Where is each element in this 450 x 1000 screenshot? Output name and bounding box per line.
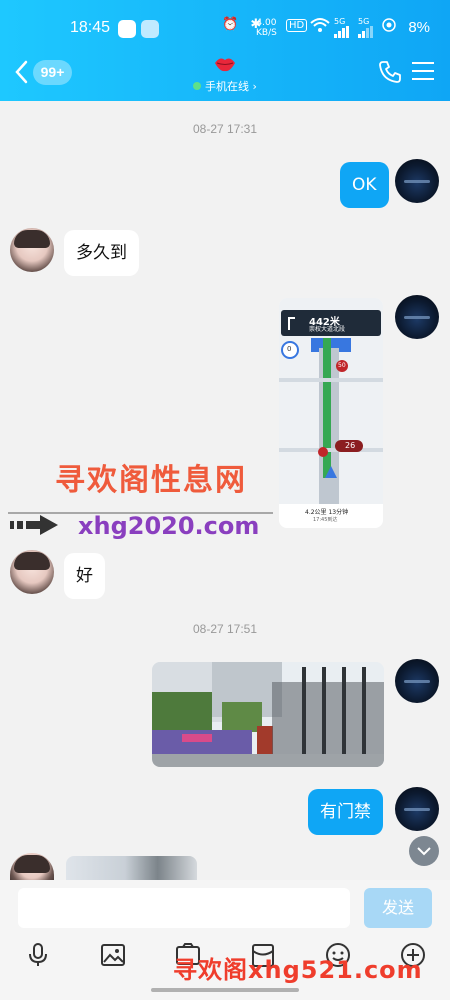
online-status-text: 手机在线 › (205, 80, 257, 93)
battery-level: 8% (408, 19, 430, 36)
nav-speed-limit: 50 (338, 362, 346, 369)
home-indicator[interactable] (151, 988, 299, 992)
peer-avatar[interactable] (10, 550, 54, 594)
message-bubble[interactable]: 有门禁 (308, 789, 383, 835)
chevron-down-icon (417, 847, 431, 856)
app-notification-icon (118, 20, 136, 38)
app-notification-icon-2 (141, 20, 159, 38)
hd-badge: HD (286, 19, 308, 32)
wifi-icon (310, 17, 330, 37)
watermark-title: 寻欢阁性息网 (55, 463, 247, 498)
peer-avatar[interactable] (10, 228, 54, 272)
ad-overlay-text: 寻欢阁xhg521.com (173, 956, 423, 984)
status-bar: 18:45 ⏰ ✱ 4.00 KB/S HD 5G 5G 8% (0, 14, 450, 44)
online-dot-icon (193, 82, 202, 90)
self-avatar[interactable] (395, 787, 439, 831)
nav-speed: 0 (287, 345, 292, 353)
nav-eta: 4.2公里 13分钟 (305, 509, 349, 516)
gallery-icon[interactable] (100, 942, 126, 968)
signal-2-icon (358, 24, 374, 42)
timestamp: 08-27 17:31 (192, 122, 258, 136)
battery-saver-icon (382, 18, 396, 36)
navigation-screenshot-image[interactable]: 442米 崇权大道北段 0 50 26 4.2公里 13分钟 17:45到达 (279, 298, 383, 528)
nav-road: 崇权大道北段 (309, 326, 346, 333)
gate-photo-image[interactable] (152, 662, 384, 767)
lips-icon (214, 56, 236, 72)
microphone-icon[interactable] (25, 942, 51, 968)
chat-header: 18:45 ⏰ ✱ 4.00 KB/S HD 5G 5G 8% 99+ 手机在线 … (0, 0, 450, 101)
network-speed: 4.00 KB/S (256, 18, 277, 38)
send-button[interactable]: 发送 (364, 888, 432, 928)
self-avatar[interactable] (395, 159, 439, 203)
status-time: 18:45 (70, 19, 111, 36)
arrow-right-icon (10, 514, 60, 536)
scroll-to-bottom-button[interactable] (409, 836, 439, 866)
message-bubble[interactable]: OK (340, 162, 389, 208)
nav-arrive: 17:45到达 (313, 517, 338, 523)
self-avatar[interactable] (395, 659, 439, 703)
message-bubble[interactable]: 好 (64, 553, 105, 599)
watermark-url: xhg2020.com (78, 512, 260, 540)
menu-icon[interactable] (412, 62, 434, 82)
self-avatar[interactable] (395, 295, 439, 339)
nav-turn-badge: 26 (345, 441, 356, 450)
message-input[interactable] (18, 888, 350, 928)
phone-call-icon[interactable] (378, 60, 402, 84)
message-bubble[interactable]: 多久到 (64, 230, 139, 276)
signal-1-icon (334, 24, 350, 42)
timestamp: 08-27 17:51 (192, 622, 258, 636)
